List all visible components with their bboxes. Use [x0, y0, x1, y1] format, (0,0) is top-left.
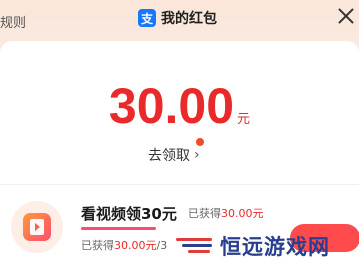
chevron-right-icon: › [194, 147, 200, 163]
notification-dot [196, 138, 204, 146]
watermark-text: 恒远游戏网 [220, 235, 330, 259]
task-progress-bar [81, 227, 156, 230]
site-watermark: 恒远游戏网 [176, 231, 330, 261]
progress-suffix: /3 [156, 239, 168, 252]
task-earned-amount: 30.00元 [221, 207, 264, 220]
claim-button[interactable]: 去领取 › [148, 145, 200, 165]
claim-label: 去领取 [148, 148, 190, 164]
progress-prefix: 已获得 [81, 239, 114, 252]
page-header: 支 我的红包 [138, 8, 217, 28]
alipay-icon: 支 [138, 9, 156, 27]
task-progress-text: 已获得30.00元/3 [81, 237, 167, 253]
task-earned: 已获得30.00元 [188, 205, 264, 221]
balance-amount: 30.00 [108, 78, 235, 134]
rules-link[interactable]: 规则 [0, 12, 26, 31]
video-play-icon [23, 213, 51, 241]
task-title: 看视频领30元 [81, 205, 177, 223]
close-icon[interactable] [336, 6, 356, 26]
balance-display: 30.00 元 [0, 81, 359, 131]
watermark-logo [176, 234, 216, 258]
divider [0, 184, 359, 185]
balance-unit: 元 [237, 112, 251, 127]
progress-amount: 30.00元 [114, 239, 157, 252]
task-earned-prefix: 已获得 [188, 207, 221, 220]
red-packet-page: 规则 支 我的红包 30.00 元 去领取 › 看视频领30元 已获得30.00元 [0, 0, 359, 271]
task-icon-container [11, 201, 63, 253]
page-title: 我的红包 [161, 11, 217, 27]
task-progress-fill [81, 227, 156, 230]
